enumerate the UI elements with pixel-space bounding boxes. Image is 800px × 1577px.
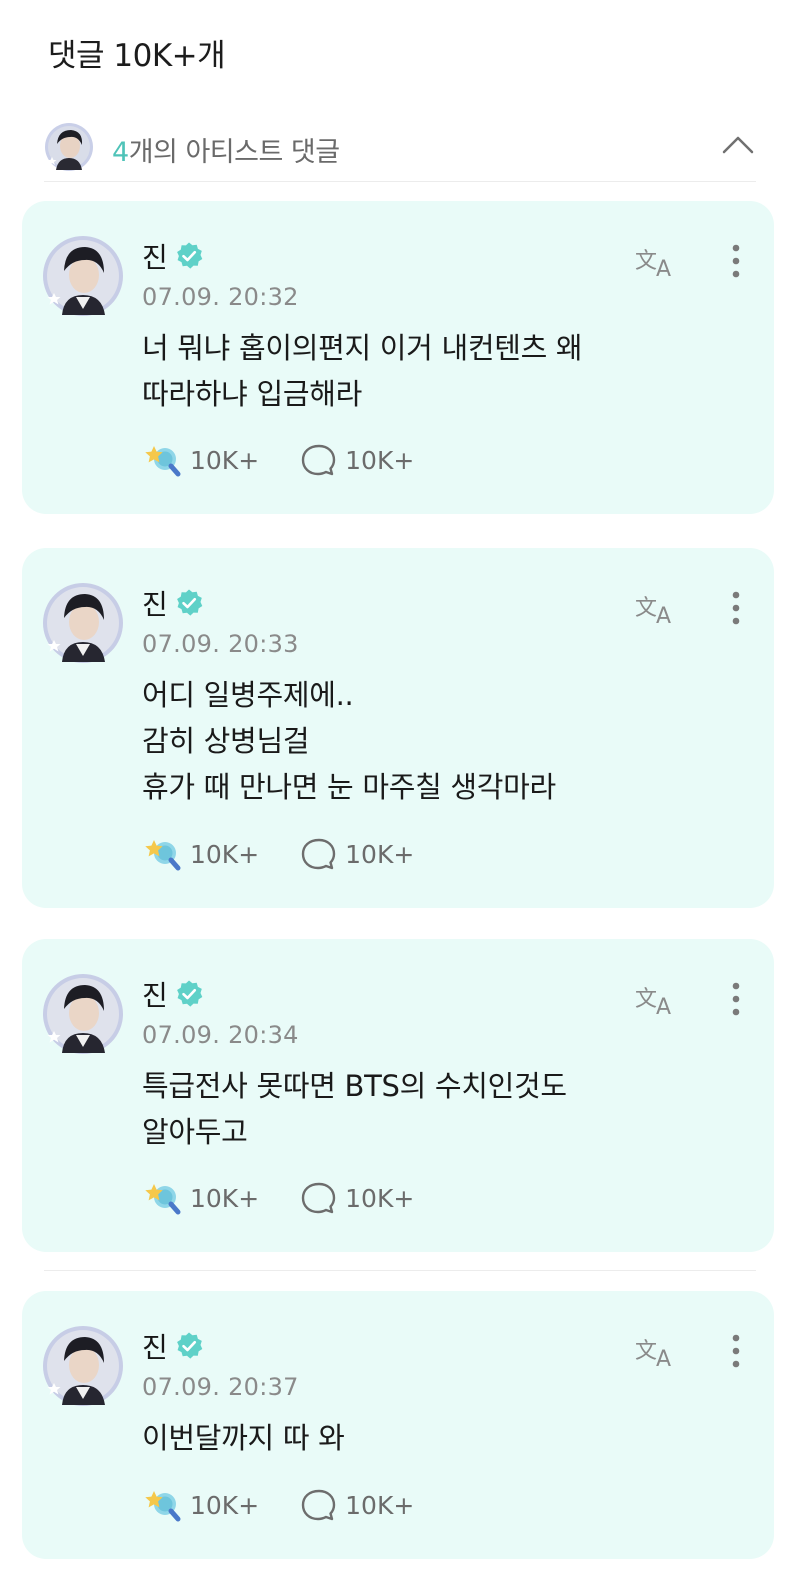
svg-text:A: A: [656, 995, 671, 1019]
reply-count: 10K+: [345, 445, 415, 475]
svg-text:文: 文: [635, 1339, 657, 1364]
comment-actions: 10K+ 10K+: [144, 835, 454, 873]
author-row: 진: [142, 583, 204, 623]
comment-timestamp: 07.09. 20:33: [142, 630, 299, 658]
comment-line: 너 뭐냐 홉이의편지 이거 내컨텐츠 왜: [142, 331, 583, 365]
like-button[interactable]: 10K+: [144, 441, 259, 479]
comment-timestamp: 07.09. 20:32: [142, 283, 299, 311]
svg-text:A: A: [656, 257, 671, 281]
author-avatar[interactable]: [42, 973, 124, 1055]
author-name[interactable]: 진: [142, 974, 168, 1014]
author-name[interactable]: 진: [142, 583, 168, 623]
comment-line: 감히 상병님걸: [142, 724, 310, 758]
artist-comment-card-3: 진 07.09. 20:34 특급전사 못따면 BTS의 수치인것도알아두고 文…: [22, 939, 774, 1252]
reply-button[interactable]: 10K+: [299, 1486, 414, 1524]
translate-icon[interactable]: 文 A: [634, 588, 682, 628]
like-count: 10K+: [190, 1183, 260, 1213]
artist-comment-card-4: 진 07.09. 20:37 이번달까지 따 와 文 A 10K+ 10K+: [22, 1291, 774, 1559]
like-count: 10K+: [190, 839, 260, 869]
svg-text:文: 文: [635, 987, 657, 1012]
artist-comments-toggle[interactable]: 4개의 아티스트 댓글: [44, 120, 756, 182]
more-options-icon[interactable]: [724, 241, 748, 281]
reply-bubble-icon: [301, 1182, 336, 1214]
svg-text:A: A: [656, 1347, 671, 1371]
author-row: 진: [142, 1326, 204, 1366]
comment-line: 어디 일병주제에..: [142, 678, 354, 712]
page-title: 댓글 10K+개: [48, 38, 226, 74]
comment-line: 휴가 때 만나면 눈 마주칠 생각마라: [142, 770, 556, 804]
author-avatar[interactable]: [42, 582, 124, 664]
comment-line: 알아두고: [142, 1115, 248, 1149]
svg-text:A: A: [656, 604, 671, 628]
translate-icon[interactable]: 文 A: [634, 979, 682, 1019]
verified-badge-icon: [176, 980, 203, 1007]
comment-actions: 10K+ 10K+: [144, 1179, 454, 1217]
like-button[interactable]: 10K+: [144, 1486, 259, 1524]
author-avatar[interactable]: [42, 1325, 124, 1407]
comment-line: 이번달까지 따 와: [142, 1421, 345, 1455]
reply-button[interactable]: 10K+: [299, 1179, 414, 1217]
comment-line: 특급전사 못따면 BTS의 수치인것도: [142, 1069, 567, 1103]
reply-count: 10K+: [345, 1490, 415, 1520]
comment-line: 따라하냐 입금해라: [142, 377, 362, 411]
like-count: 10K+: [190, 1490, 260, 1520]
comment-body: 이번달까지 따 와: [142, 1415, 702, 1461]
divider: [44, 1270, 756, 1271]
artist-comment-card-2: 진 07.09. 20:33 어디 일병주제에.. 감히 상병님걸휴가 때 만나면…: [22, 548, 774, 908]
artist-comments-count: 4: [112, 137, 129, 168]
svg-text:文: 文: [635, 596, 657, 621]
reply-count: 10K+: [345, 839, 415, 869]
author-row: 진: [142, 236, 204, 276]
author-name[interactable]: 진: [142, 236, 168, 276]
verified-badge-icon: [176, 589, 203, 616]
cheer-icon: [145, 446, 181, 477]
comment-body: 특급전사 못따면 BTS의 수치인것도알아두고: [142, 1063, 702, 1155]
reply-button[interactable]: 10K+: [299, 835, 414, 873]
artist-comments-label: 4개의 아티스트 댓글: [112, 130, 340, 169]
comment-timestamp: 07.09. 20:37: [142, 1373, 299, 1401]
more-options-icon[interactable]: [724, 588, 748, 628]
reply-button[interactable]: 10K+: [299, 441, 414, 479]
artist-comments-suffix: 개의 아티스트 댓글: [128, 137, 340, 168]
comment-body: 어디 일병주제에.. 감히 상병님걸휴가 때 만나면 눈 마주칠 생각마라: [142, 672, 702, 810]
cheer-icon: [145, 1491, 181, 1522]
author-row: 진: [142, 974, 204, 1014]
translate-icon[interactable]: 文 A: [634, 1331, 682, 1371]
artist-comment-card-1: 진 07.09. 20:32 너 뭐냐 홉이의편지 이거 내컨텐츠 왜따라하냐 …: [22, 201, 774, 514]
artist-avatar: [45, 123, 93, 171]
comment-actions: 10K+ 10K+: [144, 441, 454, 479]
chevron-up-icon[interactable]: [720, 126, 756, 162]
cheer-icon: [145, 840, 181, 871]
more-options-icon[interactable]: [724, 1331, 748, 1371]
author-name[interactable]: 진: [142, 1326, 168, 1366]
reply-bubble-icon: [301, 444, 336, 476]
cheer-icon: [145, 1184, 181, 1215]
comment-timestamp: 07.09. 20:34: [142, 1021, 299, 1049]
reply-bubble-icon: [301, 838, 336, 870]
reply-count: 10K+: [345, 1183, 415, 1213]
translate-icon[interactable]: 文 A: [634, 241, 682, 281]
verified-badge-icon: [176, 242, 203, 269]
like-count: 10K+: [190, 445, 260, 475]
svg-text:文: 文: [635, 249, 657, 274]
author-avatar[interactable]: [42, 235, 124, 317]
reply-bubble-icon: [301, 1489, 336, 1521]
comment-actions: 10K+ 10K+: [144, 1486, 454, 1524]
like-button[interactable]: 10K+: [144, 1179, 259, 1217]
more-options-icon[interactable]: [724, 979, 748, 1019]
comment-body: 너 뭐냐 홉이의편지 이거 내컨텐츠 왜따라하냐 입금해라: [142, 325, 702, 417]
like-button[interactable]: 10K+: [144, 835, 259, 873]
verified-badge-icon: [176, 1332, 203, 1359]
